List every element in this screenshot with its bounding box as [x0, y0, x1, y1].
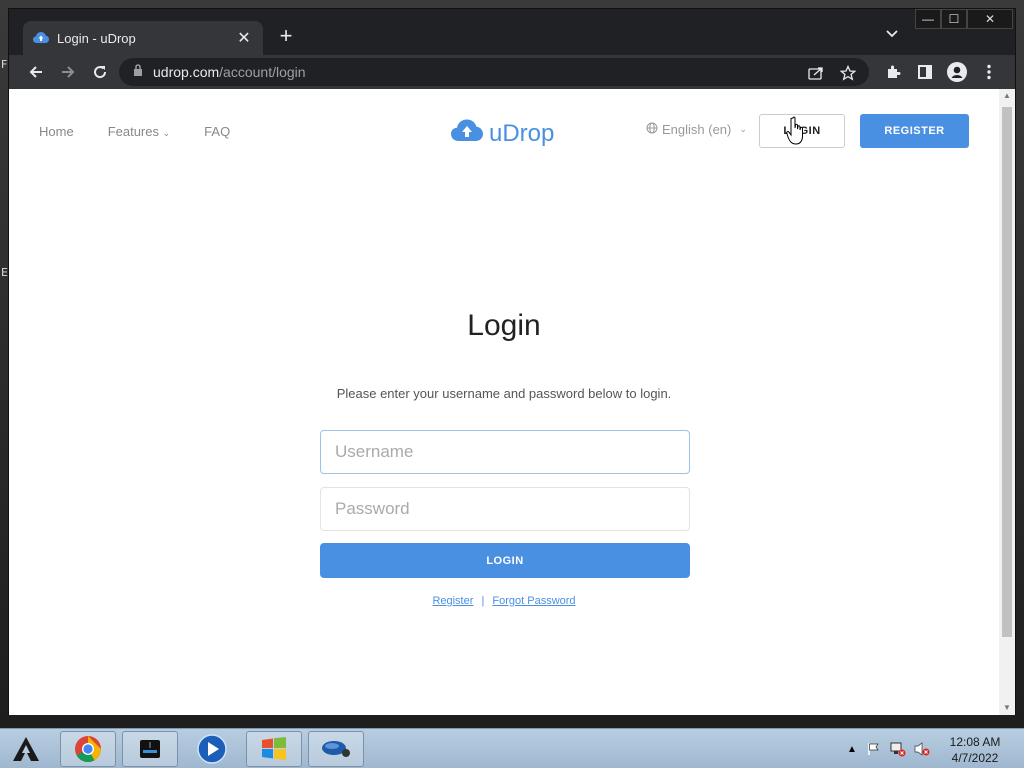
- side-panel-icon[interactable]: [913, 60, 937, 84]
- back-icon[interactable]: [24, 60, 48, 84]
- logo-text: uDrop: [489, 119, 555, 147]
- username-field[interactable]: [320, 430, 690, 474]
- show-hidden-icons[interactable]: ▲: [844, 741, 860, 757]
- site-nav: Home Features ⌄ FAQ: [39, 124, 230, 139]
- share-icon[interactable]: [807, 64, 825, 82]
- network-error-icon[interactable]: [890, 741, 906, 757]
- register-link[interactable]: Register: [432, 595, 473, 607]
- reload-icon[interactable]: [88, 60, 112, 84]
- cloud-upload-icon: [33, 30, 49, 46]
- scroll-up-icon[interactable]: ▲: [1002, 91, 1012, 101]
- windows-explorer-icon[interactable]: [246, 731, 302, 767]
- start-icon[interactable]: [6, 732, 46, 766]
- cloud-upload-icon: [451, 119, 483, 148]
- desktop-label: E: [1, 266, 8, 279]
- close-window-button[interactable]: ✕: [967, 9, 1013, 29]
- chrome-icon[interactable]: [60, 731, 116, 767]
- extensions-icon[interactable]: [881, 60, 905, 84]
- globe-icon: [646, 122, 658, 137]
- password-field[interactable]: [320, 487, 690, 531]
- lock-icon: [133, 63, 143, 81]
- forward-icon[interactable]: [56, 60, 80, 84]
- menu-icon[interactable]: [977, 60, 1001, 84]
- nav-home[interactable]: Home: [39, 124, 74, 139]
- maximize-button[interactable]: ☐: [941, 9, 967, 29]
- network-tool-icon[interactable]: [308, 731, 364, 767]
- drive-icon[interactable]: [122, 731, 178, 767]
- address-bar[interactable]: udrop.com/account/login: [119, 58, 869, 86]
- nav-faq[interactable]: FAQ: [204, 124, 230, 139]
- flag-icon[interactable]: [866, 741, 882, 757]
- chevron-down-icon[interactable]: [885, 27, 905, 47]
- page-scrollbar[interactable]: ▲ ▼: [999, 89, 1015, 715]
- star-icon[interactable]: [839, 64, 857, 82]
- clock-date: 4/7/2022: [951, 751, 999, 765]
- close-tab-icon[interactable]: ✕: [235, 28, 253, 48]
- page-viewport: Home Features ⌄ FAQ uDrop English (en) ⌄…: [9, 89, 1015, 715]
- forgot-password-link[interactable]: Forgot Password: [492, 595, 575, 607]
- scroll-down-icon[interactable]: ▼: [1002, 703, 1012, 713]
- hand-cursor-icon: [786, 116, 808, 146]
- system-clock[interactable]: 12:08 AM 4/7/2022: [940, 734, 1010, 766]
- language-selector[interactable]: English (en) ⌄: [646, 122, 747, 137]
- browser-toolbar: udrop.com/account/login: [9, 55, 1015, 89]
- url-domain: udrop.com: [153, 64, 220, 80]
- desktop-label: F: [1, 58, 8, 71]
- volume-muted-icon[interactable]: [914, 741, 930, 757]
- link-separator: |: [481, 595, 485, 607]
- new-tab-button[interactable]: +: [273, 24, 299, 50]
- site-logo[interactable]: uDrop: [451, 119, 554, 148]
- url-path: /account/login: [219, 64, 306, 80]
- chevron-down-icon: ⌄: [739, 124, 747, 134]
- window-controls: — ☐ ✕: [915, 9, 1013, 29]
- scroll-thumb[interactable]: [1002, 107, 1012, 637]
- taskbar: ▲ 12:08 AM 4/7/2022: [0, 728, 1024, 768]
- login-submit-button[interactable]: LOGIN: [320, 543, 690, 578]
- clock-time: 12:08 AM: [949, 735, 1001, 749]
- page-title: Login: [467, 309, 541, 342]
- login-instructions: Please enter your username and password …: [336, 386, 672, 401]
- browser-window: Login - uDrop ✕ + — ☐ ✕ udrop.com/accoun…: [8, 8, 1016, 715]
- nav-features[interactable]: Features ⌄: [108, 124, 170, 139]
- chevron-down-icon: ⌄: [162, 128, 171, 138]
- header-register-button[interactable]: REGISTER: [860, 114, 969, 148]
- auth-links: Register | Forgot Password: [9, 595, 999, 607]
- nav-features-label: Features: [107, 124, 159, 139]
- profile-icon[interactable]: [945, 60, 969, 84]
- browser-tab[interactable]: Login - uDrop ✕: [23, 21, 263, 55]
- tab-title: Login - uDrop: [57, 30, 136, 46]
- minimize-button[interactable]: —: [915, 9, 941, 29]
- tab-strip: Login - uDrop ✕ + — ☐ ✕: [9, 9, 1015, 55]
- media-player-icon[interactable]: [184, 731, 240, 767]
- language-label: English (en): [662, 122, 732, 137]
